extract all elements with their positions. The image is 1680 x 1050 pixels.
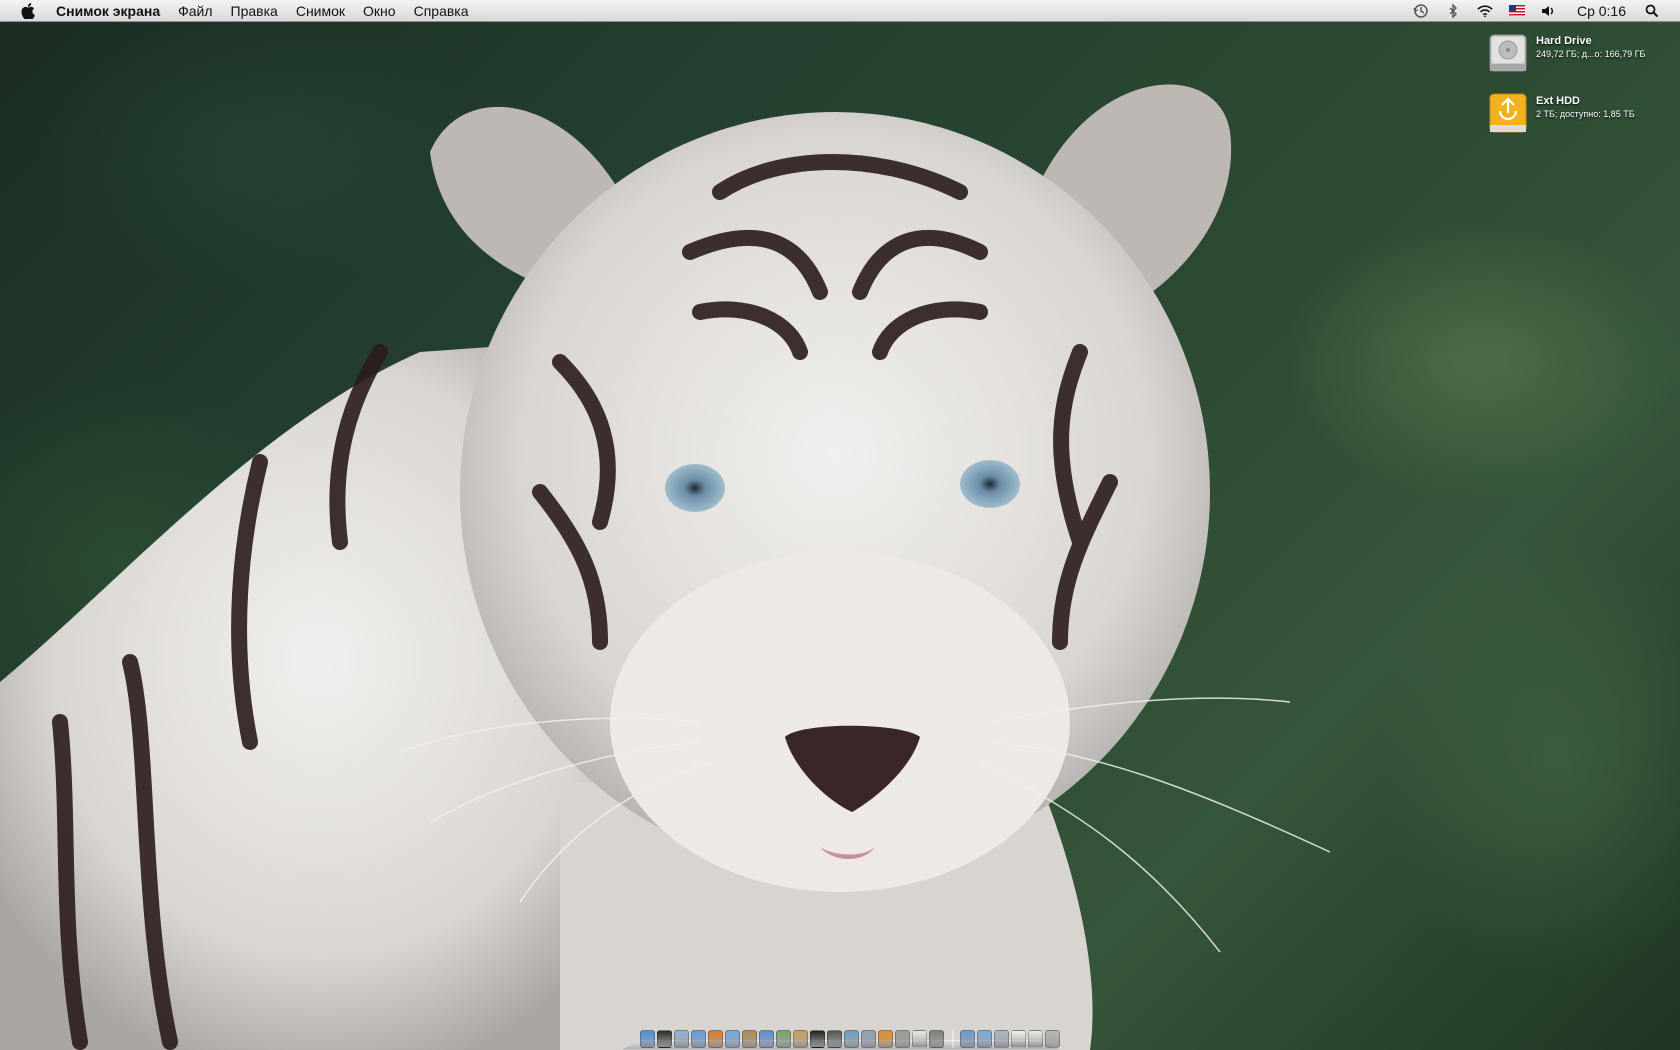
menu-window[interactable]: Окно bbox=[354, 0, 405, 22]
external-firewire-drive-icon bbox=[1486, 91, 1530, 135]
menu-file[interactable]: Файл bbox=[169, 0, 221, 22]
document-stack-icon[interactable] bbox=[1011, 1030, 1026, 1048]
safari-icon[interactable] bbox=[691, 1030, 706, 1048]
dashboard-icon[interactable] bbox=[657, 1030, 672, 1048]
desktop: Снимок экрана Файл Правка Снимок Окно Сп… bbox=[0, 0, 1680, 1050]
desktop-drive-hard-drive[interactable]: Hard Drive 249,72 ГБ; д...о: 166,79 ГБ bbox=[1486, 31, 1676, 79]
documents-folder-icon[interactable] bbox=[977, 1030, 992, 1048]
dock-icons bbox=[640, 1030, 1062, 1048]
us-flag-input-icon[interactable] bbox=[1508, 3, 1525, 19]
dock bbox=[621, 1022, 1061, 1050]
downloads-stack-icon[interactable] bbox=[994, 1030, 1009, 1048]
textedit-icon[interactable] bbox=[912, 1030, 927, 1048]
drive-name: Hard Drive bbox=[1536, 35, 1592, 47]
xcode-icon[interactable] bbox=[861, 1030, 876, 1048]
volume-icon[interactable] bbox=[1541, 3, 1557, 19]
drive-info: 249,72 ГБ; д...о: 166,79 ГБ bbox=[1536, 49, 1646, 59]
calendar-stack-icon[interactable] bbox=[1028, 1030, 1043, 1048]
garageband-icon[interactable] bbox=[793, 1030, 808, 1048]
time-machine-icon[interactable] bbox=[1413, 3, 1429, 19]
mail-icon[interactable] bbox=[674, 1030, 689, 1048]
system-preferences-icon[interactable] bbox=[929, 1030, 944, 1048]
wifi-icon[interactable] bbox=[1477, 3, 1493, 19]
menu-bar-status-area: Ср 0:16 bbox=[1405, 0, 1680, 22]
menu-bar-clock[interactable]: Ср 0:16 bbox=[1565, 3, 1636, 19]
trash-icon[interactable] bbox=[1045, 1030, 1060, 1048]
iphoto-icon[interactable] bbox=[776, 1030, 791, 1048]
utility-icon[interactable] bbox=[895, 1030, 910, 1048]
wallpaper-tiger bbox=[0, 84, 1331, 1050]
apple-logo-icon[interactable] bbox=[18, 0, 38, 22]
spotlight-search-icon[interactable] bbox=[1644, 3, 1660, 19]
drive-name: Ext HDD bbox=[1536, 95, 1581, 107]
preview-icon[interactable] bbox=[844, 1030, 859, 1048]
internal-hard-drive-icon bbox=[1486, 31, 1530, 75]
vlc-icon[interactable] bbox=[878, 1030, 893, 1048]
dock-separator bbox=[952, 1030, 954, 1048]
menu-help[interactable]: Справка bbox=[405, 0, 478, 22]
applications-folder-icon[interactable] bbox=[960, 1030, 975, 1048]
address-book-icon[interactable] bbox=[742, 1030, 757, 1048]
menu-capture[interactable]: Снимок bbox=[287, 0, 354, 22]
itunes-icon[interactable] bbox=[759, 1030, 774, 1048]
menu-edit[interactable]: Правка bbox=[222, 0, 287, 22]
bluetooth-icon[interactable] bbox=[1445, 2, 1461, 19]
drive-info: 2 ТБ; доступно: 1,85 ТБ bbox=[1536, 109, 1635, 119]
menu-bar: Снимок экрана Файл Правка Снимок Окно Сп… bbox=[0, 0, 1680, 22]
ichat-icon[interactable] bbox=[725, 1030, 740, 1048]
desktop-drive-ext-hdd[interactable]: Ext HDD 2 ТБ; доступно: 1,85 ТБ bbox=[1486, 91, 1676, 139]
chess-icon[interactable] bbox=[827, 1030, 842, 1048]
firefox-icon[interactable] bbox=[708, 1030, 723, 1048]
terminal-icon[interactable] bbox=[810, 1030, 825, 1048]
app-menu-title[interactable]: Снимок экрана bbox=[56, 0, 169, 22]
finder-icon[interactable] bbox=[640, 1030, 655, 1048]
